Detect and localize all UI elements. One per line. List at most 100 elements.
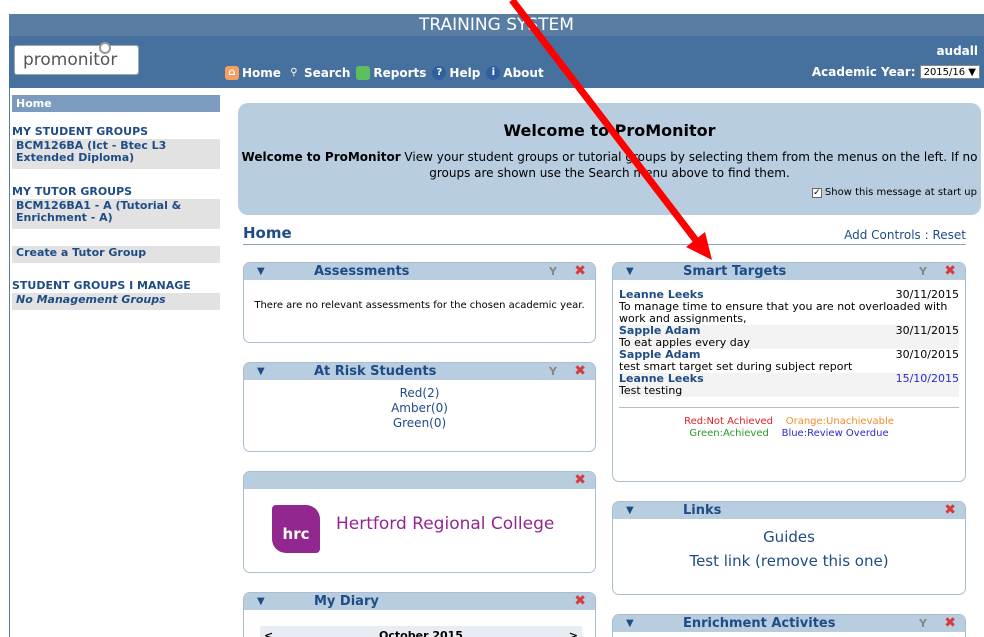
legend-red: Red:Not Achieved [684,416,773,427]
legend-blue: Blue:Review Overdue [781,428,889,439]
nav-help[interactable]: ? Help [432,66,480,80]
collapse-icon[interactable]: ▼ [257,363,265,380]
enrichment-panel: ▼ Enrichment Activites Y ✖ [612,614,966,637]
startup-checkbox[interactable]: ✓ [811,187,822,198]
academic-year-label: Academic Year: [811,65,916,79]
current-user[interactable]: audall [936,44,978,58]
close-icon[interactable]: ✖ [574,363,586,380]
smart-target-item[interactable]: Leanne Leeks 30/11/2015 To manage time to… [619,289,959,325]
diary-panel: ▼ My Diary ✖ < October 2015 > [243,592,596,637]
close-icon[interactable]: ✖ [944,615,956,632]
filter-icon[interactable]: Y [549,363,557,380]
sidebar-item-student-group[interactable]: BCM126BA (Ict - Btec L3 Extended Diploma… [12,139,220,169]
home-controls: Add Controls : Reset [844,228,966,242]
system-title-bar: TRAINING SYSTEM [9,14,984,36]
at-risk-list: Red(2) Amber(0) Green(0) [244,380,595,431]
assessments-empty: There are no relevant assessments for th… [254,300,585,311]
enrichment-header: ▼ Enrichment Activites Y ✖ [613,615,965,632]
academic-year-select[interactable]: 2015/16 ▼ [919,65,980,79]
college-name: Hertford Regional College [336,514,555,534]
at-risk-panel: ▼ At Risk Students Y ✖ Red(2) Amber(0) Gree… [243,362,596,452]
main-nav: ⌂ Home ⚲ Search Reports ? Help i About [225,65,550,81]
show-at-startup[interactable]: ✓ Show this message at start up [811,187,977,198]
reset-link[interactable]: Reset [932,228,966,242]
sidebar-home[interactable]: Home [12,95,220,112]
assessments-panel: ▼ Assessments Y ✖ There are no relevant ass… [243,262,596,343]
links-panel: ▼ Links ✖ Guides Test link (remove this on… [612,501,966,595]
close-icon[interactable]: ✖ [574,472,586,489]
target-date: 30/10/2015 [895,348,959,361]
nav-reports[interactable]: Reports [356,66,426,80]
target-date: 15/10/2015 [895,372,959,385]
controls-separator: : [920,228,933,242]
at-risk-green[interactable]: Green(0) [244,416,595,431]
enrichment-title: Enrichment Activites [683,616,836,631]
college-panel: ✖ hrc Hertford Regional College [243,471,596,573]
collapse-icon[interactable]: ▼ [257,593,265,610]
assessments-header: ▼ Assessments Y ✖ [244,263,595,280]
filter-icon[interactable]: Y [919,615,927,632]
close-icon[interactable]: ✖ [944,502,956,519]
collapse-icon[interactable]: ▼ [257,263,265,280]
add-controls-link[interactable]: Add Controls [844,228,921,242]
collapse-icon[interactable]: ▼ [626,502,634,519]
college-header: ✖ [244,472,595,489]
reports-icon [356,66,371,80]
nav-search[interactable]: ⚲ Search [287,66,350,80]
home-divider [243,244,966,245]
welcome-box: Welcome to ProMonitor Welcome to ProMoni… [238,103,981,215]
home-icon: ⌂ [225,66,239,80]
nav-about-label: About [503,66,544,80]
left-border [9,88,10,637]
smart-target-item[interactable]: Sapple Adam 30/10/2015 test smart target … [619,349,959,373]
no-management-groups: No Management Groups [12,293,220,310]
help-icon: ? [432,66,447,80]
links-header: ▼ Links ✖ [613,502,965,519]
nav-home-label: Home [242,66,281,80]
welcome-message-bold: Welcome to ProMonitor [241,150,401,164]
diary-header: ▼ My Diary ✖ [244,593,595,610]
about-icon: i [486,66,501,80]
at-risk-header: ▼ At Risk Students Y ✖ [244,363,595,380]
at-risk-red[interactable]: Red(2) [244,386,595,401]
links-list: Guides Test link (remove this one) [613,519,965,573]
smart-target-item[interactable]: Leanne Leeks 15/10/2015 Test testing [619,373,959,397]
smart-targets-header: ▼ Smart Targets Y ✖ [613,263,965,280]
system-title: TRAINING SYSTEM [419,15,574,35]
filter-icon[interactable]: Y [549,263,557,280]
page-title: Home [243,224,292,242]
nav-home[interactable]: ⌂ Home [225,66,281,80]
legend-orange: Orange:Unachievable [785,416,894,427]
nav-help-label: Help [449,66,481,80]
legend-divider [619,407,959,408]
filter-icon[interactable]: Y [919,263,927,280]
at-risk-amber[interactable]: Amber(0) [244,401,595,416]
close-icon[interactable]: ✖ [574,263,586,280]
nav-about[interactable]: i About [486,66,544,80]
welcome-message: Welcome to ProMonitor View your student … [238,149,981,181]
smart-target-item[interactable]: Sapple Adam 30/11/2015 To eat apples ever… [619,325,959,349]
close-icon[interactable]: ✖ [574,593,586,610]
at-risk-title: At Risk Students [314,364,437,379]
sidebar-item-tutor-group[interactable]: BCM126BA1 - A (Tutorial & Enrichment - A… [12,199,220,229]
assessments-title: Assessments [314,264,410,279]
tutor-groups-heading: MY TUTOR GROUPS [12,185,133,198]
diary-calendar-bar: < October 2015 > [260,626,582,637]
smart-targets-panel: ▼ Smart Targets Y ✖ Leanne Leeks 30/11/2015 … [612,262,966,482]
close-icon[interactable]: ✖ [944,263,956,280]
smart-targets-title: Smart Targets [683,264,787,279]
promonitor-logo[interactable]: promonitor [14,42,139,75]
link-test[interactable]: Test link (remove this one) [613,549,965,573]
welcome-title: Welcome to ProMonitor [503,121,716,140]
link-guides[interactable]: Guides [613,525,965,549]
arrow-head [686,232,712,260]
collapse-icon[interactable]: ▼ [626,615,634,632]
collapse-icon[interactable]: ▼ [626,263,634,280]
diary-title: My Diary [314,594,379,609]
manage-groups-heading: STUDENT GROUPS I MANAGE [12,279,191,292]
diary-next[interactable]: > [569,629,578,637]
nav-search-label: Search [303,66,351,80]
student-groups-heading: MY STUDENT GROUPS [12,125,149,138]
target-text: To manage time to ensure that you are no… [619,300,948,325]
create-tutor-group-link[interactable]: Create a Tutor Group [12,246,220,263]
